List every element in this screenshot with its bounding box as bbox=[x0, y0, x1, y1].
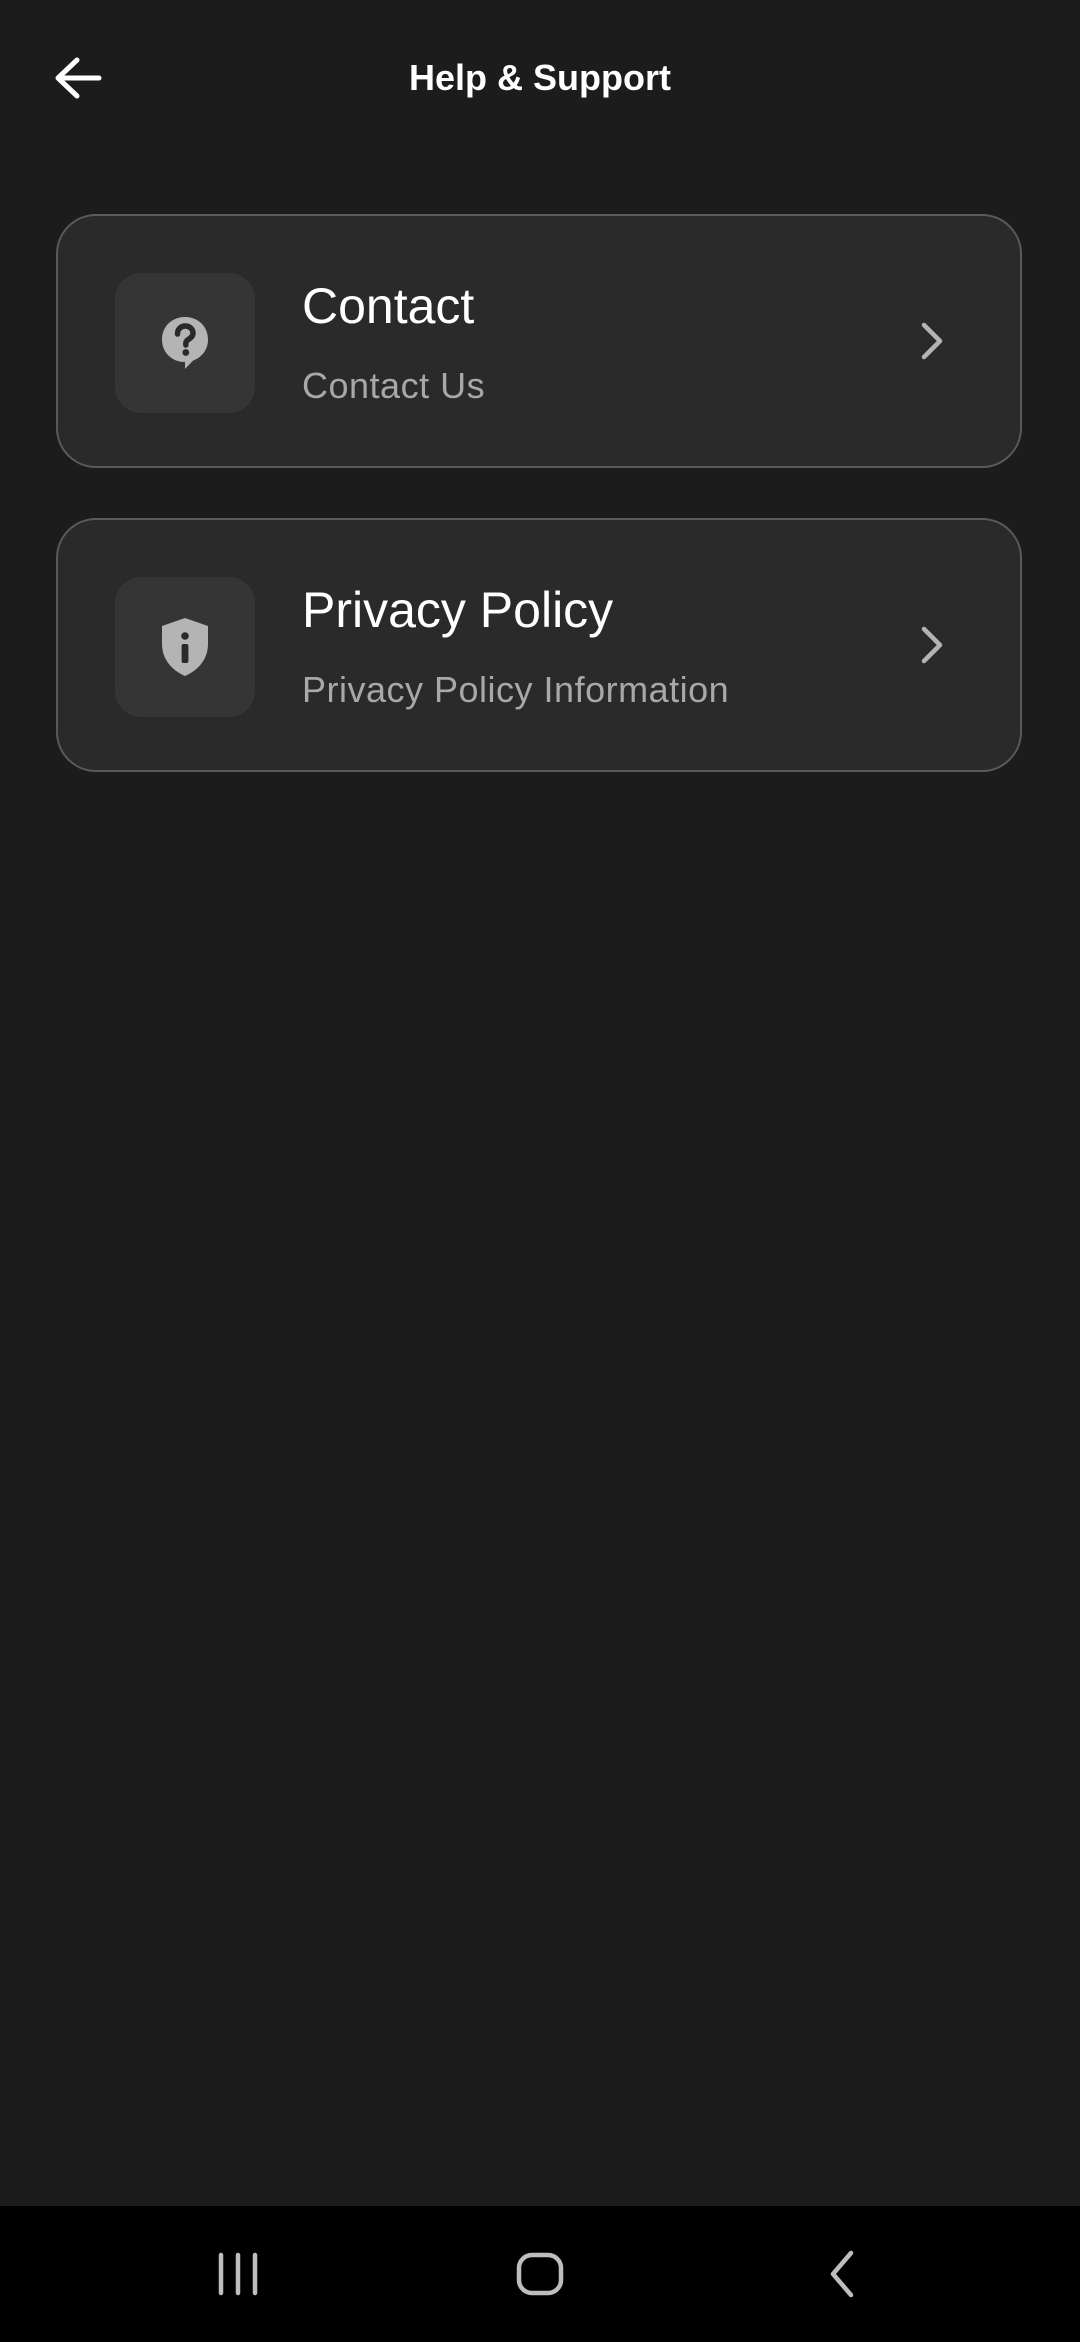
system-navigation-bar bbox=[0, 2206, 1080, 2342]
contact-icon-container bbox=[115, 273, 255, 413]
privacy-icon-container bbox=[115, 577, 255, 717]
recents-icon bbox=[218, 2252, 258, 2296]
contact-subtitle: Contact Us bbox=[302, 365, 486, 406]
question-circle-icon bbox=[162, 317, 208, 369]
privacy-policy-subtitle: Privacy Policy Information bbox=[302, 669, 730, 710]
system-back-button[interactable] bbox=[793, 2234, 893, 2314]
nav-back-icon bbox=[830, 2250, 854, 2298]
home-icon bbox=[516, 2252, 564, 2296]
chevron-right-icon bbox=[904, 617, 960, 673]
contact-title: Contact bbox=[302, 278, 475, 334]
page-title: Help & Support bbox=[409, 57, 671, 98]
contact-menu-item[interactable]: Contact Contact Us bbox=[56, 214, 1022, 468]
privacy-policy-title: Privacy Policy bbox=[302, 582, 614, 638]
recents-button[interactable] bbox=[188, 2234, 288, 2314]
chevron-right-icon bbox=[904, 313, 960, 369]
help-support-screen: Help & Support Contact Contact Us Privac… bbox=[0, 0, 1080, 2206]
privacy-policy-menu-item[interactable]: Privacy Policy Privacy Policy Informatio… bbox=[56, 518, 1022, 772]
home-button[interactable] bbox=[490, 2234, 590, 2314]
shield-info-icon bbox=[162, 618, 208, 676]
top-app-bar: Help & Support bbox=[0, 0, 1080, 156]
